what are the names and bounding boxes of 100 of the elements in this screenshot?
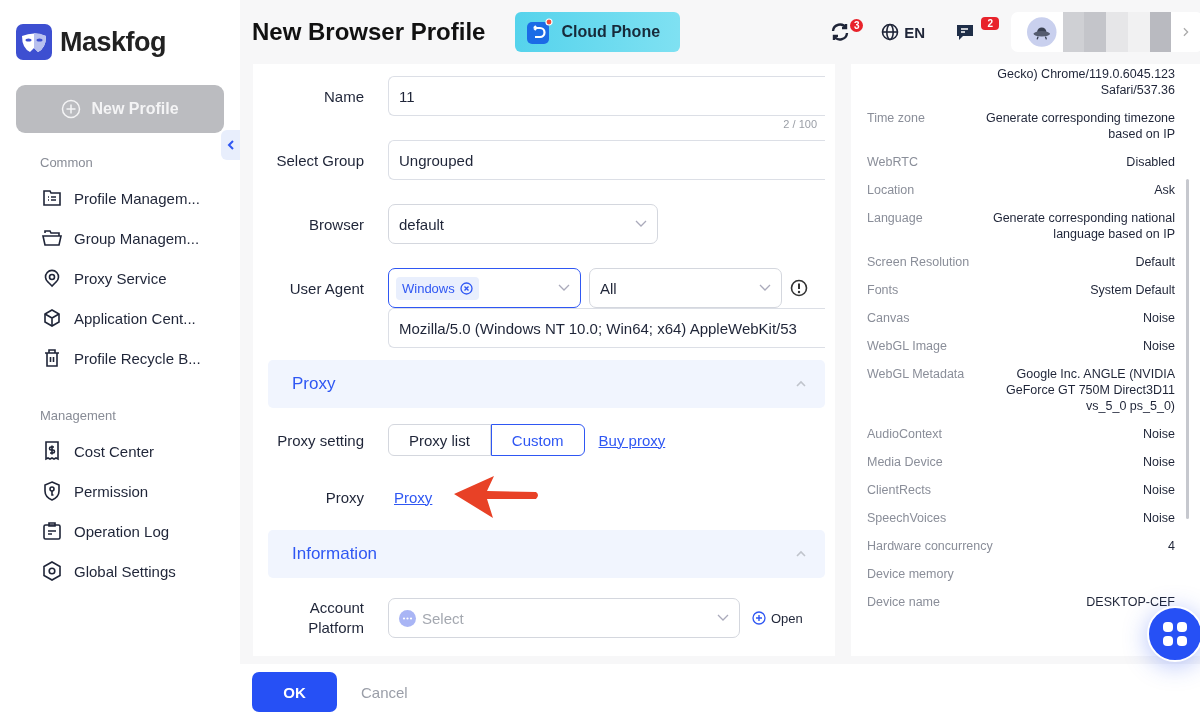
setting-label: Fonts: [867, 282, 899, 298]
setting-label: SpeechVoices: [867, 510, 947, 526]
chevron-down-icon: [759, 284, 771, 292]
clipboard-icon: [42, 521, 62, 541]
nav-item[interactable]: Operation Log: [0, 511, 240, 551]
globe-icon: [881, 23, 900, 41]
setting-value: System Default: [1090, 282, 1175, 298]
field-label: Account Platform: [307, 598, 364, 638]
remove-icon[interactable]: [459, 281, 473, 295]
receipt-icon: [42, 441, 62, 461]
setting-label: Screen Resolution: [867, 254, 970, 270]
cube-icon: [42, 308, 62, 328]
nav-item[interactable]: Group Managem...: [0, 218, 240, 258]
hex-icon: [42, 561, 62, 581]
platform-select[interactable]: Windows: [388, 268, 581, 308]
setting-value: Noise: [1143, 510, 1175, 526]
setting-value: Generate corresponding timezone based on IP: [985, 110, 1175, 142]
chevron-up-icon: [795, 550, 807, 558]
section-header[interactable]: Information: [268, 530, 825, 578]
group-field[interactable]: Ungrouped: [388, 140, 825, 180]
setting-value: DESKTOP-CEF: [1086, 594, 1175, 610]
setting-value: Gecko) Chrome/119.0.6045.123 Safari/537.36: [996, 66, 1175, 98]
field-label: Proxy: [324, 488, 364, 506]
chevron-right-icon: [1183, 27, 1189, 37]
cloud-phone-banner[interactable]: Cloud Phone: [515, 12, 681, 52]
setting-label: WebGL Image: [867, 338, 947, 354]
info-icon[interactable]: [790, 279, 808, 297]
setting-value: Google Inc. ANGLE (NVIDIA GeForce GT 750M Direct3D11 vs_5_0 ps_5_0): [1004, 366, 1175, 414]
setting-label: WebGL Metadata: [867, 366, 965, 383]
chevron-down-icon: [635, 220, 647, 228]
setting-value: Ask: [1154, 182, 1175, 198]
setting-label: WebRTC: [867, 154, 918, 170]
list-icon: [42, 188, 62, 208]
plus-icon: [61, 99, 82, 119]
segment-button[interactable]: Proxy list: [388, 424, 491, 456]
setting-label: ClientRects: [867, 482, 931, 498]
setting-label: Media Device: [867, 454, 943, 470]
more-icon: [399, 609, 416, 627]
avatar-icon: [1027, 16, 1057, 48]
setting-label: Location: [867, 182, 915, 198]
setting-label: Hardware concurrency: [867, 538, 993, 554]
platform-tag: Windows: [396, 276, 479, 300]
setting-value: Noise: [1143, 426, 1175, 442]
mask-logo-icon: [16, 24, 52, 60]
field-label: Name: [323, 87, 364, 105]
grid-icon: [1162, 621, 1188, 647]
setting-label: Device name: [867, 594, 940, 610]
open-button[interactable]: Open: [752, 610, 803, 626]
section-header[interactable]: Proxy: [268, 360, 825, 408]
count-badge: 3: [850, 19, 864, 32]
section-heading: Common: [39, 155, 94, 170]
language-button[interactable]: EN: [877, 19, 929, 45]
phone-app-icon: [525, 18, 554, 46]
setting-value: Disabled: [1126, 154, 1175, 170]
setting-value: Noise: [1143, 482, 1175, 498]
character-counter: 2 / 100: [781, 118, 819, 130]
nav-item[interactable]: Proxy Service: [0, 258, 240, 298]
chevron-down-icon: [558, 284, 570, 292]
ok-button[interactable]: OK: [252, 672, 337, 712]
chevron-down-icon: [717, 614, 729, 622]
setting-label: Device memory: [867, 566, 954, 582]
nav-item[interactable]: Profile Recycle B...: [0, 338, 240, 378]
section-heading: Management: [39, 408, 117, 423]
folder-icon: [42, 228, 62, 248]
setting-value: 4: [1168, 538, 1175, 554]
nav-item[interactable]: Cost Center: [0, 431, 240, 471]
proxy-link[interactable]: Proxy: [394, 488, 433, 506]
nav-item[interactable]: Application Cent...: [0, 298, 240, 338]
segment-button[interactable]: Custom: [490, 424, 585, 456]
user-agent-field[interactable]: Mozilla/5.0 (Windows NT 10.0; Win64; x64) AppleWebKit/53: [388, 308, 825, 348]
plus-icon: [752, 611, 766, 625]
shield-icon: [42, 481, 62, 501]
app-name: Maskfog: [60, 26, 167, 58]
field-label: Select Group: [275, 151, 364, 169]
chat-icon: [955, 22, 975, 42]
setting-value: Noise: [1143, 338, 1175, 354]
page-title: New Browser Profile: [252, 18, 486, 46]
field-label: User Agent: [288, 279, 364, 297]
name-field[interactable]: 11: [388, 76, 825, 116]
nav-item[interactable]: Global Settings: [0, 551, 240, 591]
nav-item[interactable]: Permission: [0, 471, 240, 511]
chevron-left-icon: [226, 140, 235, 150]
setting-value: Noise: [1143, 454, 1175, 470]
nav-item[interactable]: Profile Managem...: [0, 178, 240, 218]
setting-value: Default: [1135, 254, 1175, 270]
setting-label: Language: [867, 210, 923, 227]
trash-icon: [42, 348, 62, 368]
collapse-tab[interactable]: [221, 130, 240, 160]
browser-select[interactable]: default: [388, 204, 658, 244]
pin-icon: [42, 268, 62, 288]
setting-label: Time zone: [867, 110, 925, 127]
field-label: Proxy setting: [276, 431, 364, 449]
buy-proxy-link[interactable]: Buy proxy: [598, 431, 666, 449]
count-badge: 2: [981, 17, 999, 30]
setting-label: AudioContext: [867, 426, 943, 442]
setting-label: Canvas: [867, 310, 910, 326]
setting-value: Generate corresponding national language based on IP: [991, 210, 1175, 242]
field-label: Browser: [308, 215, 364, 233]
setting-value: Noise: [1143, 310, 1175, 326]
chevron-up-icon: [795, 380, 807, 388]
